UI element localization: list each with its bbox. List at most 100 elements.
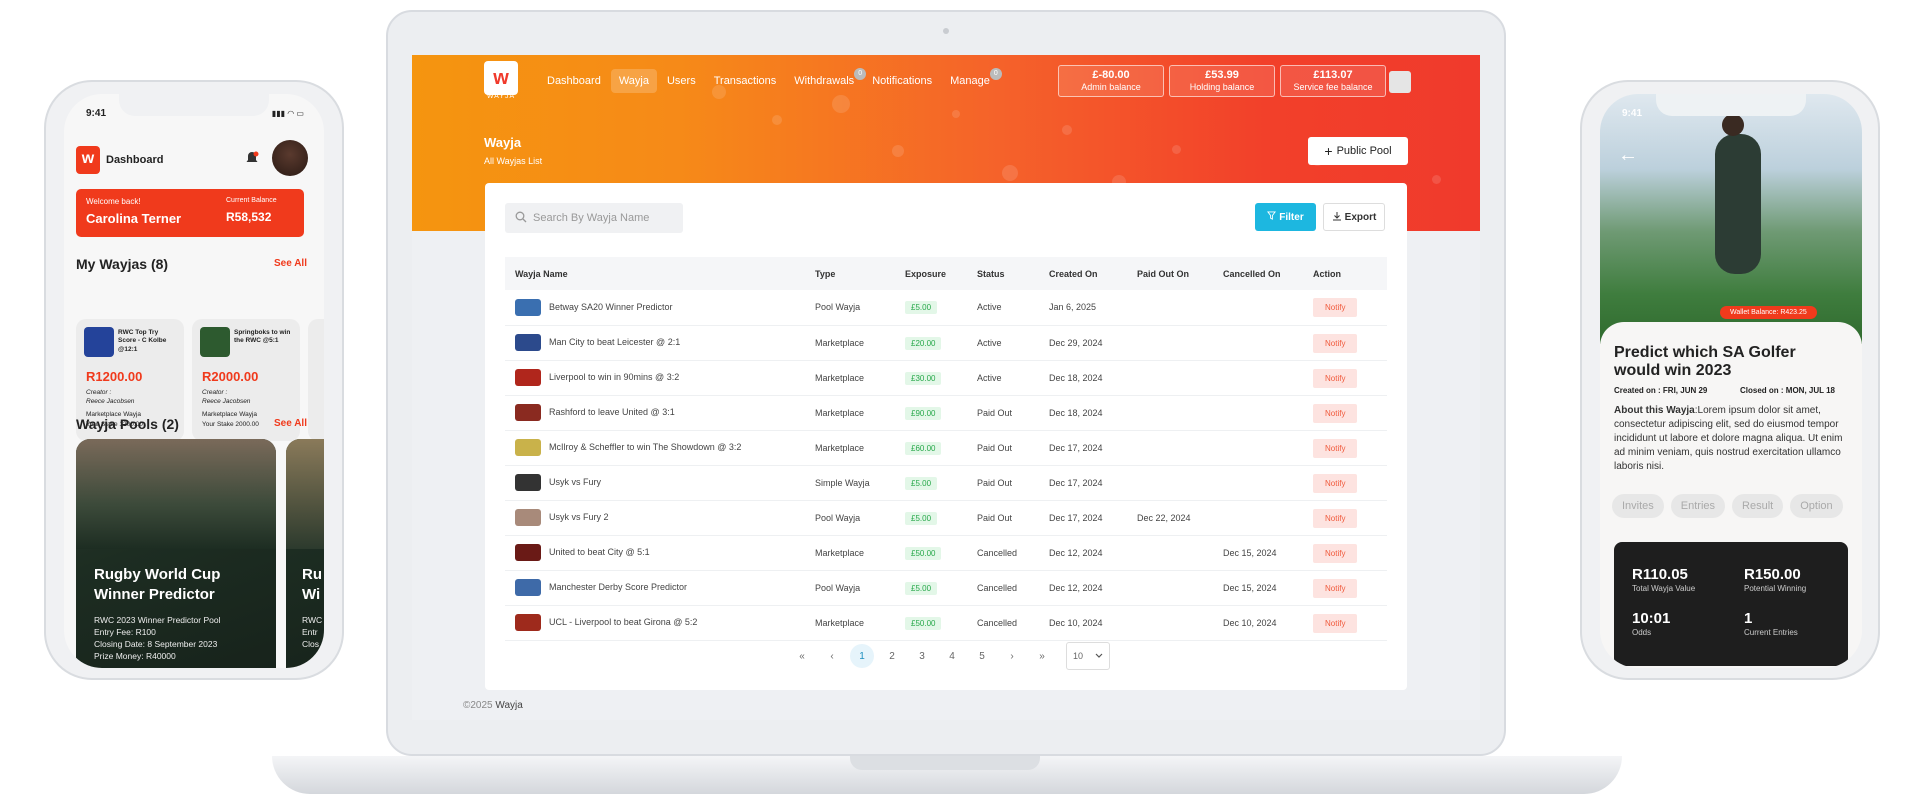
cell-paid-out-on bbox=[1127, 535, 1213, 571]
cell-cancelled-on bbox=[1213, 395, 1303, 431]
back-arrow-icon[interactable]: ← bbox=[1618, 144, 1638, 167]
first-page-button[interactable]: « bbox=[790, 644, 814, 668]
filter-button[interactable]: Filter bbox=[1255, 203, 1316, 231]
wayja-logo[interactable]: w bbox=[484, 61, 518, 95]
table-row[interactable]: Usyk vs Fury Simple Wayja £5.00 Paid Out Dec… bbox=[505, 465, 1387, 501]
nav-users[interactable]: Users bbox=[659, 69, 704, 93]
wayja-thumbnail bbox=[515, 474, 541, 491]
cell-wayja-name: Rashford to leave United @ 3:1 bbox=[505, 395, 805, 431]
notify-button[interactable]: Notify bbox=[1313, 298, 1358, 318]
wayja-thumbnail bbox=[515, 544, 541, 561]
pool-card[interactable]: Rugby World Cup Winner Predictor RWC 202… bbox=[76, 439, 276, 668]
wayja-card-partial[interactable] bbox=[308, 319, 324, 441]
table-row[interactable]: Liverpool to win in 90mins @ 3:2 Marketpl… bbox=[505, 360, 1387, 396]
cell-paid-out-on bbox=[1127, 430, 1213, 466]
cell-action: Notify bbox=[1303, 430, 1387, 466]
holding-balance-value: £53.99 bbox=[1205, 69, 1239, 81]
bell-icon[interactable] bbox=[244, 150, 260, 166]
notify-button[interactable]: Notify bbox=[1313, 333, 1358, 353]
col-cancelled-on[interactable]: Cancelled On bbox=[1213, 257, 1303, 290]
table-row[interactable]: Rashford to leave United @ 3:1 Marketplac… bbox=[505, 395, 1387, 431]
cell-type: Simple Wayja bbox=[805, 465, 895, 501]
cell-exposure: £5.00 bbox=[895, 290, 967, 326]
search-input[interactable]: Search By Wayja Name bbox=[505, 203, 683, 233]
see-all-wayjas-link[interactable]: See All bbox=[274, 258, 307, 269]
col-paid-out-on[interactable]: Paid Out On bbox=[1127, 257, 1213, 290]
avatar[interactable] bbox=[272, 140, 308, 176]
see-all-pools-link[interactable]: See All bbox=[274, 418, 307, 429]
created-on: Created on : FRI, JUN 29 bbox=[1614, 386, 1708, 395]
chevron-down-icon bbox=[1095, 651, 1103, 661]
table-row[interactable]: Usyk vs Fury 2 Pool Wayja £5.00 Paid Out Dec… bbox=[505, 500, 1387, 536]
tab-option[interactable]: Option bbox=[1790, 494, 1843, 518]
prev-page-button[interactable]: ‹ bbox=[820, 644, 844, 668]
tab-invites[interactable]: Invites bbox=[1612, 494, 1664, 518]
notify-button[interactable]: Notify bbox=[1313, 578, 1358, 598]
cell-paid-out-on: Dec 22, 2024 bbox=[1127, 500, 1213, 536]
cell-wayja-name: McIlroy & Scheffler to win The Showdown … bbox=[505, 430, 805, 466]
page-2[interactable]: 2 bbox=[880, 644, 904, 668]
cell-action: Notify bbox=[1303, 465, 1387, 501]
page-1[interactable]: 1 bbox=[850, 644, 874, 668]
header-title: Dashboard bbox=[106, 154, 164, 166]
nav-dashboard[interactable]: Dashboard bbox=[539, 69, 609, 93]
cell-wayja-name: Manchester Derby Score Predictor bbox=[505, 570, 805, 606]
cell-status: Cancelled bbox=[967, 605, 1039, 641]
cell-exposure: £50.00 bbox=[895, 605, 967, 641]
notify-button[interactable]: Notify bbox=[1313, 543, 1358, 563]
my-wayjas-title: My Wayjas (8) bbox=[76, 256, 169, 272]
tab-entries[interactable]: Entries bbox=[1670, 494, 1726, 518]
pool-card-partial[interactable]: Ru Wi RWC Entr Clos bbox=[286, 439, 324, 668]
nav-transactions[interactable]: Transactions bbox=[706, 69, 785, 93]
page-3[interactable]: 3 bbox=[910, 644, 934, 668]
col-status[interactable]: Status bbox=[967, 257, 1039, 290]
col-action: Action bbox=[1313, 268, 1341, 279]
page-4[interactable]: 4 bbox=[940, 644, 964, 668]
exposure-badge: £50.00 bbox=[905, 616, 942, 630]
table-row[interactable]: Man City to beat Leicester @ 2:1 Marketpl… bbox=[505, 325, 1387, 361]
col-type[interactable]: Type bbox=[805, 257, 895, 290]
page-size-select[interactable]: 10 bbox=[1066, 642, 1110, 670]
wayja-thumbnail bbox=[515, 334, 541, 351]
notify-button[interactable]: Notify bbox=[1313, 403, 1358, 423]
table-row[interactable]: UCL - Liverpool to beat Girona @ 5:2 Mark… bbox=[505, 605, 1387, 641]
cell-action: Notify bbox=[1303, 360, 1387, 396]
cell-cancelled-on bbox=[1213, 500, 1303, 536]
last-page-button[interactable]: » bbox=[1030, 644, 1054, 668]
nav-manage[interactable]: Manage 0 bbox=[942, 68, 1002, 93]
public-pool-button[interactable]: + Public Pool bbox=[1308, 137, 1408, 165]
export-button[interactable]: Export bbox=[1323, 203, 1385, 231]
tab-result[interactable]: Result bbox=[1732, 494, 1784, 518]
wayja-table: Wayja Name Type Exposure Status Created … bbox=[505, 257, 1387, 641]
col-wayja-name[interactable]: Wayja Name bbox=[505, 257, 805, 290]
table-row[interactable]: Betway SA20 Winner Predictor Pool Wayja £5… bbox=[505, 290, 1387, 326]
nav-withdrawals[interactable]: Withdrawals 0 bbox=[786, 68, 867, 93]
nav-notifications[interactable]: Notifications bbox=[864, 69, 940, 93]
cell-action: Notify bbox=[1303, 395, 1387, 431]
notify-button[interactable]: Notify bbox=[1313, 473, 1358, 493]
cell-exposure: £60.00 bbox=[895, 430, 967, 466]
page-5[interactable]: 5 bbox=[970, 644, 994, 668]
table-row[interactable]: Manchester Derby Score Predictor Pool Way… bbox=[505, 570, 1387, 606]
wayja-logo[interactable]: w bbox=[76, 146, 100, 174]
cell-wayja-name: Betway SA20 Winner Predictor bbox=[505, 290, 805, 326]
notify-button[interactable]: Notify bbox=[1313, 368, 1358, 388]
cell-created-on: Dec 12, 2024 bbox=[1039, 570, 1127, 606]
notify-button[interactable]: Notify bbox=[1313, 438, 1358, 458]
cell-type: Pool Wayja bbox=[805, 500, 895, 536]
col-created-on[interactable]: Created On bbox=[1039, 257, 1127, 290]
nav-wayja[interactable]: Wayja bbox=[610, 69, 657, 93]
holding-balance-box: £53.99 Holding balance bbox=[1169, 65, 1275, 97]
user-avatar[interactable] bbox=[1389, 71, 1411, 93]
cell-type: Pool Wayja bbox=[805, 290, 895, 326]
col-exposure[interactable]: Exposure bbox=[895, 257, 967, 290]
holding-balance-label: Holding balance bbox=[1189, 82, 1255, 92]
notify-button[interactable]: Notify bbox=[1313, 508, 1358, 528]
wayja-thumbnail bbox=[515, 614, 541, 631]
notify-button[interactable]: Notify bbox=[1313, 613, 1358, 633]
table-row[interactable]: McIlroy & Scheffler to win The Showdown … bbox=[505, 430, 1387, 466]
next-page-button[interactable]: › bbox=[1000, 644, 1024, 668]
table-row[interactable]: United to beat City @ 5:1 Marketplace £50.… bbox=[505, 535, 1387, 571]
cell-action: Notify bbox=[1303, 570, 1387, 606]
cell-created-on: Dec 29, 2024 bbox=[1039, 325, 1127, 361]
